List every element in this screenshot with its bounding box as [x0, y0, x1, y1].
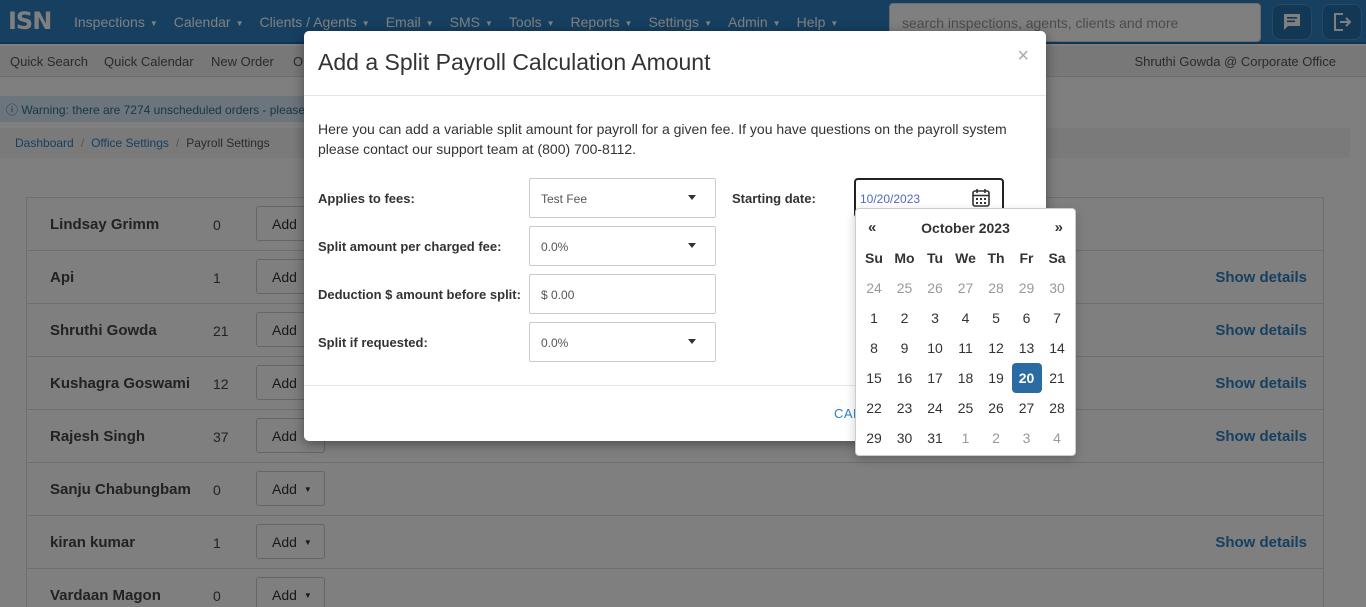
split-amount-label: Split amount per charged fee: — [318, 239, 502, 254]
day-cell[interactable]: 10 — [920, 333, 950, 363]
next-month-button[interactable]: » — [1055, 219, 1063, 236]
day-cell[interactable]: 13 — [1012, 333, 1042, 363]
modal-title: Add a Split Payroll Calculation Amount — [318, 49, 711, 75]
chevron-down-icon — [688, 339, 696, 344]
weekday-header: Fr — [1019, 250, 1034, 266]
day-cell[interactable]: 8 — [859, 333, 889, 363]
weekday-header: Su — [865, 250, 883, 266]
selected-day[interactable]: 20 — [1011, 363, 1042, 393]
day-cell[interactable]: 17 — [920, 363, 950, 393]
day-cell[interactable]: 11 — [951, 333, 981, 363]
day-cell[interactable]: 23 — [890, 393, 920, 423]
applies-to-fees-label: Applies to fees: — [318, 191, 415, 206]
deduction-amount-label: Deduction $ amount before split: — [318, 287, 521, 302]
day-cell[interactable]: 18 — [951, 363, 981, 393]
datepicker-popup: « October 2023 » Su Mo Tu We Th Fr Sa 24 25 26 27 2… — [855, 208, 1076, 456]
day-cell[interactable]: 30 — [890, 423, 920, 453]
deduction-amount-input[interactable]: $ 0.00 — [529, 274, 716, 314]
day-cell[interactable]: 24 — [920, 393, 950, 423]
day-cell[interactable]: 26 — [981, 393, 1011, 423]
weekday-header: Sa — [1048, 250, 1066, 266]
day-cell[interactable]: 1 — [951, 423, 981, 453]
day-cell[interactable]: 27 — [951, 273, 981, 303]
split-amount-select[interactable]: 0.0% — [529, 226, 716, 266]
day-cell[interactable]: 25 — [951, 393, 981, 423]
day-cell[interactable]: 14 — [1042, 333, 1072, 363]
day-cell[interactable]: 28 — [1042, 393, 1072, 423]
chevron-down-icon — [688, 195, 696, 200]
chevron-down-icon — [688, 243, 696, 248]
day-cell[interactable]: 6 — [1012, 303, 1042, 333]
day-cell[interactable]: 26 — [920, 273, 950, 303]
day-cell[interactable]: 29 — [859, 423, 889, 453]
weekday-header: Tu — [926, 250, 944, 266]
day-cell[interactable]: 5 — [981, 303, 1011, 333]
day-cell[interactable]: 1 — [859, 303, 889, 333]
day-cell[interactable]: 3 — [1012, 423, 1042, 453]
modal-description: Here you can add a variable split amount… — [318, 121, 1007, 157]
day-cell[interactable]: 19 — [981, 363, 1011, 393]
day-cell[interactable]: 25 — [890, 273, 920, 303]
day-cell[interactable]: 31 — [920, 423, 950, 453]
day-cell[interactable]: 16 — [890, 363, 920, 393]
starting-date-label: Starting date: — [732, 191, 816, 206]
day-cell[interactable]: 9 — [890, 333, 920, 363]
weekday-header: Mo — [894, 250, 915, 266]
datepicker-month-title[interactable]: October 2023 — [856, 220, 1075, 236]
weekday-header: We — [955, 250, 976, 266]
applies-to-fees-select[interactable]: Test Fee — [529, 178, 716, 218]
day-cell[interactable]: 2 — [981, 423, 1011, 453]
day-cell[interactable]: 4 — [1042, 423, 1072, 453]
day-cell[interactable]: 2 — [890, 303, 920, 333]
day-cell[interactable]: 28 — [981, 273, 1011, 303]
day-cell[interactable]: 29 — [1012, 273, 1042, 303]
day-cell[interactable]: 27 — [1012, 393, 1042, 423]
close-icon[interactable]: × — [1017, 46, 1029, 66]
day-cell[interactable]: 15 — [859, 363, 889, 393]
day-cell[interactable]: 12 — [981, 333, 1011, 363]
day-cell[interactable]: 21 — [1042, 363, 1072, 393]
modal-divider — [304, 95, 1046, 96]
split-if-requested-select[interactable]: 0.0% — [529, 322, 716, 362]
split-if-requested-label: Split if requested: — [318, 335, 428, 350]
day-cell[interactable]: 3 — [920, 303, 950, 333]
day-cell[interactable]: 7 — [1042, 303, 1072, 333]
weekday-header: Th — [987, 250, 1005, 266]
day-cell[interactable]: 4 — [951, 303, 981, 333]
day-cell[interactable]: 30 — [1042, 273, 1072, 303]
calendar-icon[interactable] — [971, 188, 991, 208]
day-cell[interactable]: 22 — [859, 393, 889, 423]
day-cell[interactable]: 24 — [859, 273, 889, 303]
